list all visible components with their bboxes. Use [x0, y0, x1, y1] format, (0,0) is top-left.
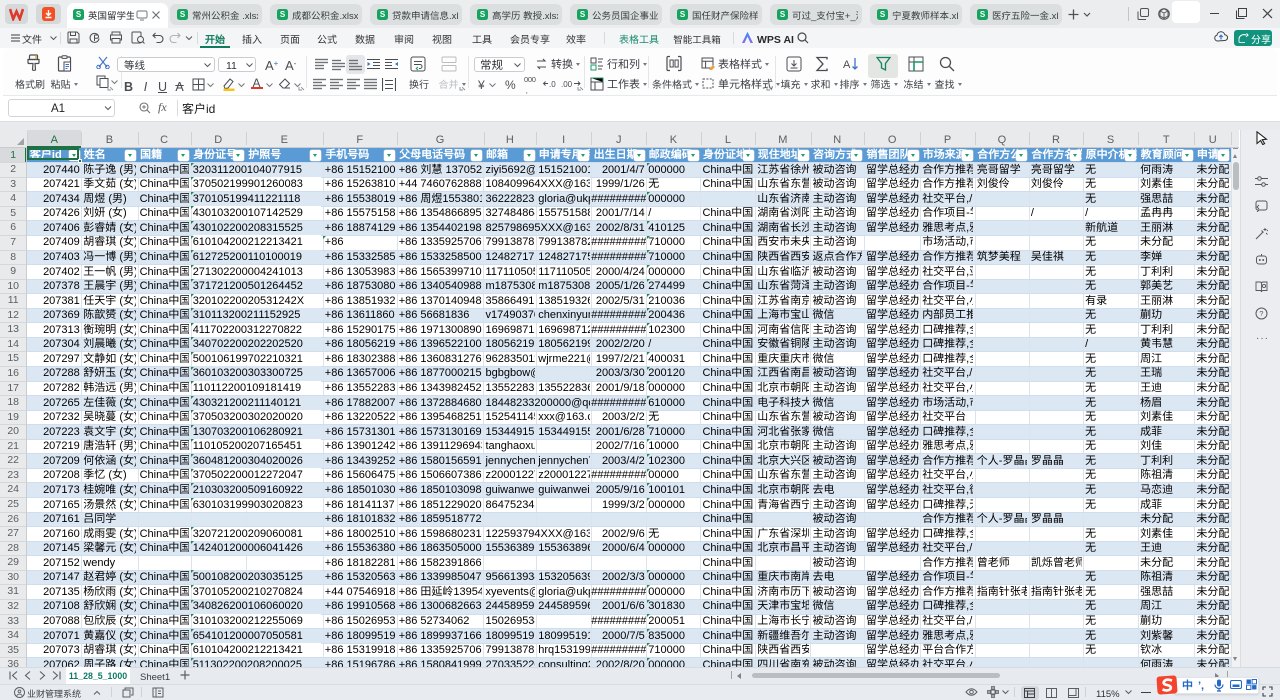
svg-text:?: ? [1259, 309, 1263, 318]
svg-text:.0: .0 [549, 80, 556, 88]
svg-text:.00: .00 [561, 80, 573, 88]
svg-text:A: A [843, 59, 851, 71]
